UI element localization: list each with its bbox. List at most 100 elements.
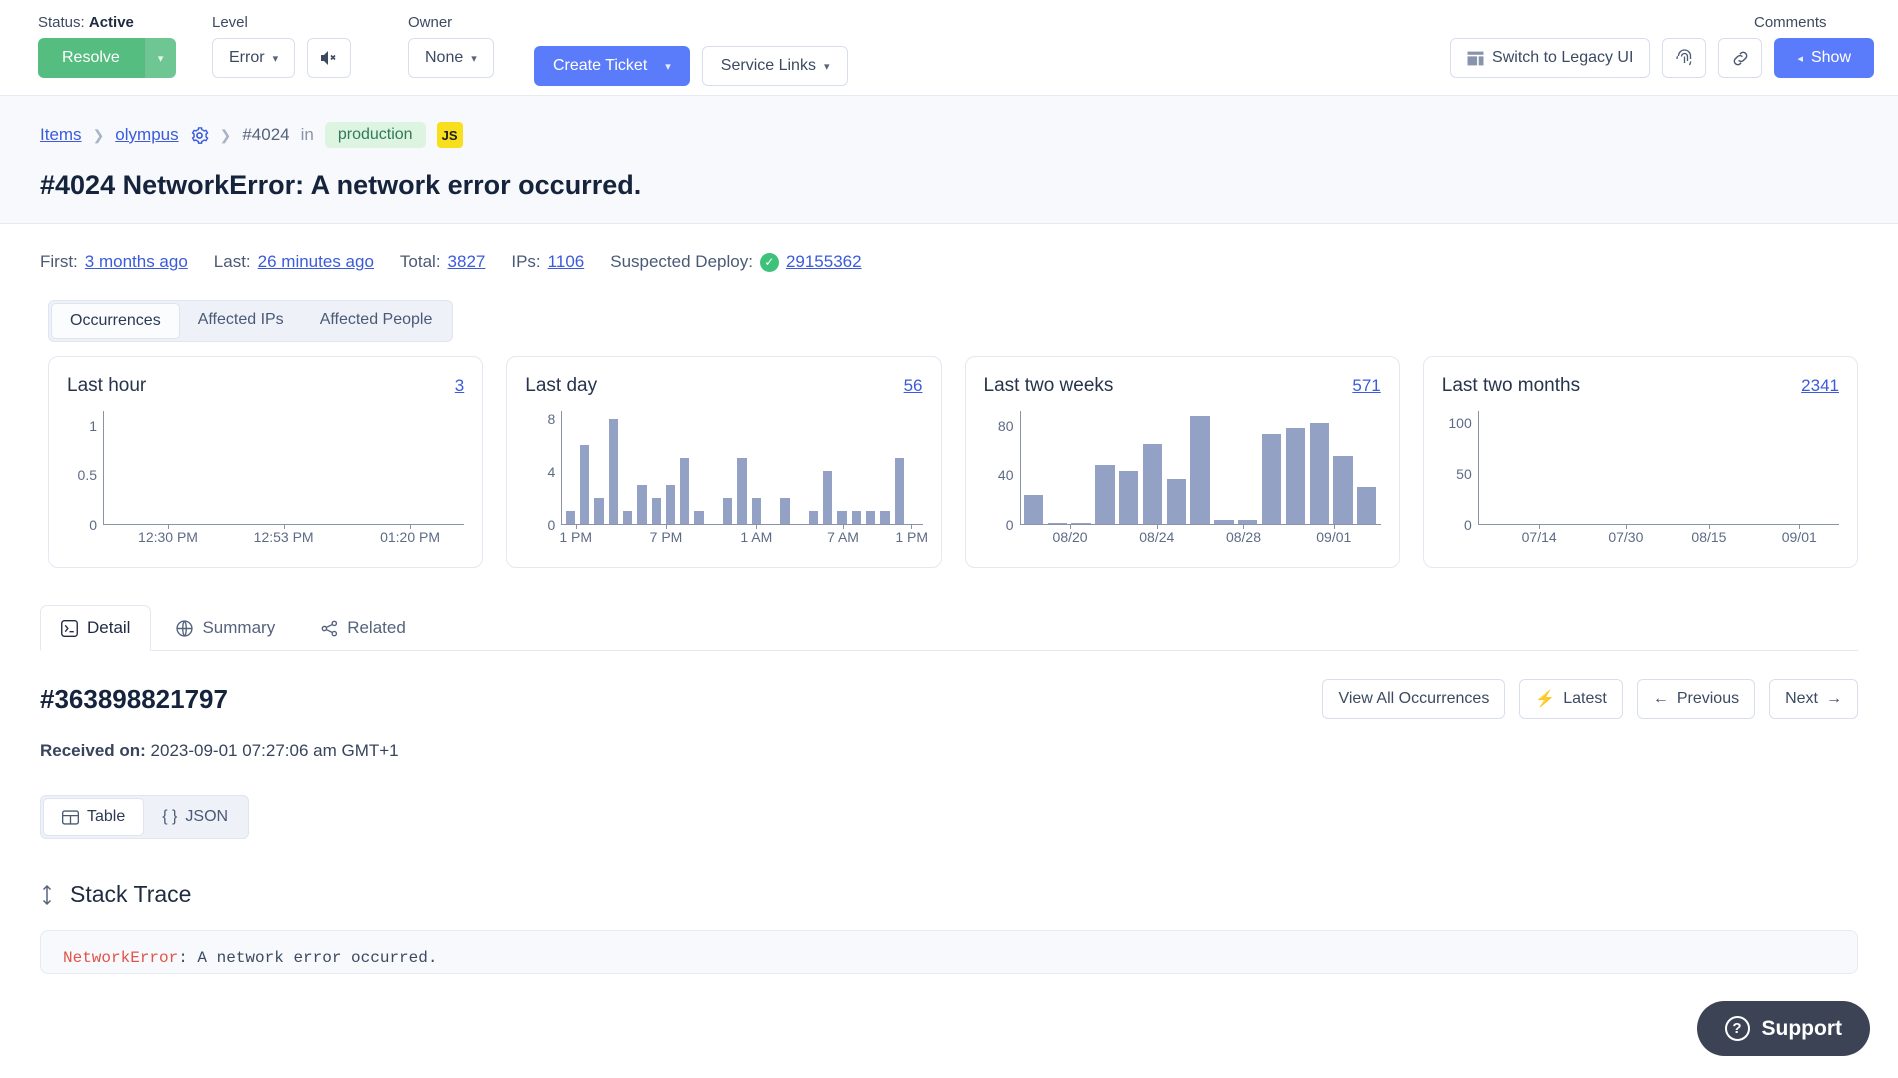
breadcrumb-item-id: #4024 [242, 125, 289, 145]
chart-bar [837, 511, 846, 524]
breadcrumb-separator-icon: ❯ [93, 127, 105, 144]
chart-bar [623, 511, 632, 524]
chart-bar [609, 419, 618, 524]
chart-title: Last hour [67, 375, 146, 397]
occurrence-mode-tabs: Occurrences Affected IPs Affected People [48, 300, 453, 342]
language-badge: JS [437, 122, 463, 148]
y-axis-line [1478, 411, 1479, 525]
show-comments-button[interactable]: ◂ Show [1774, 38, 1874, 78]
bar-series [1022, 411, 1379, 524]
meta-total-label: Total: [400, 252, 441, 272]
y-axis-labels: 04080 [984, 411, 1018, 525]
y-axis-line [1020, 411, 1021, 525]
meta-ips: IPs: 1106 [511, 252, 584, 272]
chart-bar [680, 458, 689, 524]
level-select[interactable]: Error ▾ [212, 38, 295, 78]
meta-last-value[interactable]: 26 minutes ago [258, 252, 374, 272]
x-tick-label: 01:20 PM [380, 529, 440, 545]
meta-ips-label: IPs: [511, 252, 540, 272]
occurrence-nav-buttons: View All Occurrences ⚡ Latest ← Previous… [1322, 679, 1858, 719]
tab-related[interactable]: Related [300, 605, 427, 651]
show-comments-label: Show [1811, 49, 1851, 67]
support-label: Support [1762, 1017, 1842, 1041]
chart-plot: 05010007/1407/3008/1509/01 [1442, 411, 1839, 551]
chart-count-link[interactable]: 571 [1352, 376, 1380, 396]
layout-icon [1467, 50, 1484, 67]
check-circle-icon: ✓ [760, 253, 779, 272]
fingerprint-button[interactable] [1662, 38, 1706, 78]
chart-count-link[interactable]: 3 [455, 376, 464, 396]
previous-label: Previous [1677, 690, 1739, 708]
resolve-dropdown-button[interactable]: ▾ [144, 38, 177, 78]
chart-bar [1048, 523, 1067, 524]
chart-card-last-two-weeks: Last two weeks 571 0408008/2008/2408/280… [965, 356, 1400, 568]
breadcrumb-project-link[interactable]: olympus [115, 125, 178, 145]
view-table-button[interactable]: Table [43, 798, 144, 836]
segmented-tab-affected-ips[interactable]: Affected IPs [180, 303, 302, 339]
meta-first-label: First: [40, 252, 78, 272]
mute-button[interactable] [307, 38, 351, 78]
latest-button[interactable]: ⚡ Latest [1519, 679, 1623, 719]
segmented-tab-affected-people[interactable]: Affected People [302, 303, 451, 339]
owner-select[interactable]: None ▾ [408, 38, 494, 78]
chart-title: Last two months [1442, 375, 1580, 397]
status-caption: Status: Active [38, 14, 176, 31]
chart-card-last-hour: Last hour 3 00.5112:30 PM12:53 PM01:20 P… [48, 356, 483, 568]
meta-total-value[interactable]: 3827 [448, 252, 486, 272]
meta-deploy-value[interactable]: 29155362 [786, 252, 862, 272]
meta-total: Total: 3827 [400, 252, 485, 272]
view-all-occurrences-button[interactable]: View All Occurrences [1322, 679, 1505, 719]
resolve-split-button[interactable]: Resolve ▾ [38, 38, 176, 78]
fingerprint-icon [1675, 48, 1694, 68]
meta-first-value[interactable]: 3 months ago [85, 252, 188, 272]
create-ticket-button[interactable]: Create Ticket ▾ [534, 46, 690, 86]
previous-button[interactable]: ← Previous [1637, 679, 1755, 719]
chart-bar [1143, 444, 1162, 524]
tab-related-label: Related [347, 618, 406, 638]
view-table-label: Table [87, 808, 125, 826]
y-tick-label: 0.5 [78, 467, 97, 483]
view-json-label: JSON [185, 808, 228, 826]
tab-detail[interactable]: Detail [40, 605, 151, 651]
table-icon [62, 810, 79, 825]
collapse-toggle-icon[interactable] [40, 884, 54, 906]
service-links-button[interactable]: Service Links ▾ [702, 46, 849, 86]
view-json-button[interactable]: { } JSON [144, 798, 246, 836]
segmented-tab-occurrences[interactable]: Occurrences [51, 303, 180, 339]
resolve-button[interactable]: Resolve [38, 38, 144, 78]
terminal-icon [61, 620, 78, 637]
copy-link-button[interactable] [1718, 38, 1762, 78]
chevron-down-icon: ▾ [471, 52, 477, 65]
y-tick-label: 0 [1006, 517, 1014, 533]
chart-count-link[interactable]: 56 [904, 376, 923, 396]
gear-icon[interactable] [190, 126, 209, 145]
chart-count-link[interactable]: 2341 [1801, 376, 1839, 396]
next-button[interactable]: Next → [1769, 679, 1858, 719]
chart-bar [566, 511, 575, 524]
bar-series [105, 411, 462, 524]
meta-last-label: Last: [214, 252, 251, 272]
chart-bar [637, 485, 646, 524]
chart-bar [594, 498, 603, 524]
gear-icon-svg [190, 126, 209, 145]
chart-bar [1119, 471, 1138, 524]
meta-deploy-label: Suspected Deploy: [610, 252, 753, 272]
chart-bar [737, 458, 746, 524]
chart-bar [1262, 434, 1281, 524]
chart-card-last-day: Last day 56 0481 PM7 PM1 AM7 AM1 PM [506, 356, 941, 568]
y-tick-label: 0 [547, 517, 555, 533]
y-axis-labels: 00.51 [67, 411, 101, 525]
switch-legacy-ui-button[interactable]: Switch to Legacy UI [1450, 38, 1650, 78]
tab-summary[interactable]: Summary [155, 605, 296, 651]
chart-bar [1333, 456, 1352, 524]
breadcrumb-items-link[interactable]: Items [40, 125, 82, 145]
create-ticket-group: Create Ticket ▾ Service Links ▾ [534, 46, 848, 86]
y-tick-label: 50 [1456, 466, 1472, 482]
x-axis-labels: 1 PM7 PM1 AM7 AM1 PM [561, 529, 922, 551]
y-axis-labels: 048 [525, 411, 559, 525]
support-button[interactable]: ? Support [1697, 1001, 1870, 1056]
received-on-label: Received on: [40, 741, 146, 760]
chart-bar [780, 498, 789, 524]
meta-ips-value[interactable]: 1106 [548, 252, 585, 272]
chart-bar [1024, 495, 1043, 524]
